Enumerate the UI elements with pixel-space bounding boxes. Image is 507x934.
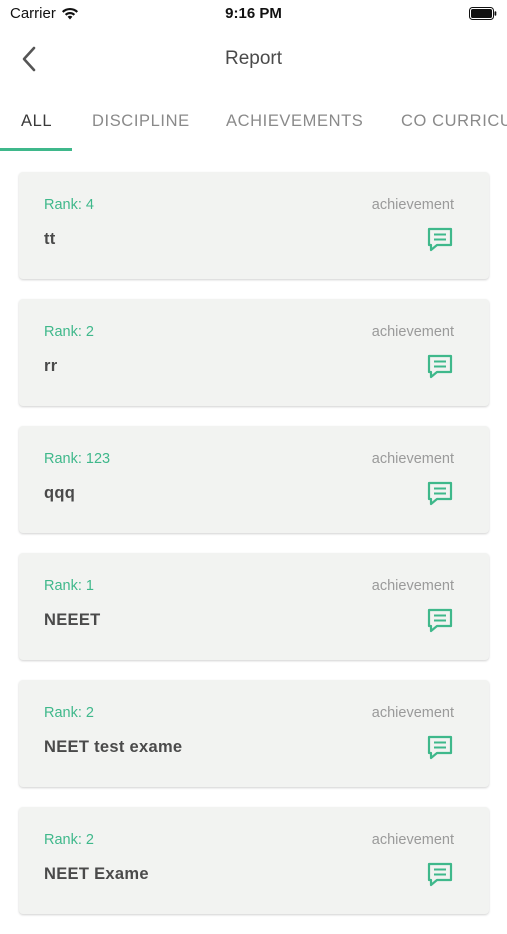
active-tab-indicator — [0, 148, 72, 151]
report-type: achievement — [371, 705, 454, 721]
nav-bar: Report — [0, 28, 507, 90]
report-type: achievement — [371, 451, 454, 467]
report-card[interactable]: Rank: 2 achievement NEET test exame — [19, 680, 489, 787]
message-icon[interactable] — [426, 226, 454, 254]
report-card[interactable]: Rank: 1 achievement NEEET — [19, 553, 489, 660]
rank-label: Rank: 2 — [44, 324, 94, 340]
message-icon[interactable] — [426, 607, 454, 635]
rank-label: Rank: 123 — [44, 451, 111, 467]
report-card[interactable]: Rank: 123 achievement qqq — [19, 426, 489, 533]
rank-label: Rank: 4 — [44, 197, 94, 213]
report-list: Rank: 4 achievement tt Rank: 2 achieveme… — [19, 172, 489, 934]
message-icon[interactable] — [426, 353, 454, 381]
battery-icon — [469, 7, 497, 20]
tab-all[interactable]: ALL — [21, 112, 52, 131]
report-card[interactable]: Rank: 2 achievement rr — [19, 299, 489, 406]
report-title: NEET test exame — [44, 738, 183, 756]
tab-bar: ALL DISCIPLINE ACHIEVEMENTS CO CURRICULA… — [0, 100, 507, 152]
report-title: rr — [44, 357, 58, 375]
tab-achievements[interactable]: ACHIEVEMENTS — [226, 112, 363, 131]
report-title: tt — [44, 230, 56, 248]
report-type: achievement — [371, 197, 454, 213]
report-card[interactable]: Rank: 4 achievement tt — [19, 172, 489, 279]
rank-label: Rank: 2 — [44, 705, 94, 721]
message-icon[interactable] — [426, 861, 454, 889]
message-icon[interactable] — [426, 734, 454, 762]
rank-label: Rank: 1 — [44, 578, 94, 594]
report-title: NEEET — [44, 611, 101, 629]
status-time: 9:16 PM — [225, 5, 282, 22]
report-type: achievement — [371, 324, 454, 340]
tab-discipline[interactable]: DISCIPLINE — [92, 112, 190, 131]
rank-label: Rank: 2 — [44, 832, 94, 848]
report-card[interactable]: Rank: 2 achievement NEET Exame — [19, 807, 489, 914]
report-type: achievement — [371, 578, 454, 594]
tab-co-curricular[interactable]: CO CURRICULAR — [401, 112, 507, 131]
status-bar: Carrier 9:16 PM — [0, 0, 507, 28]
message-icon[interactable] — [426, 480, 454, 508]
page-title: Report — [224, 48, 283, 69]
report-type: achievement — [371, 832, 454, 848]
report-title: NEET Exame — [44, 865, 149, 883]
report-title: qqq — [44, 484, 76, 502]
